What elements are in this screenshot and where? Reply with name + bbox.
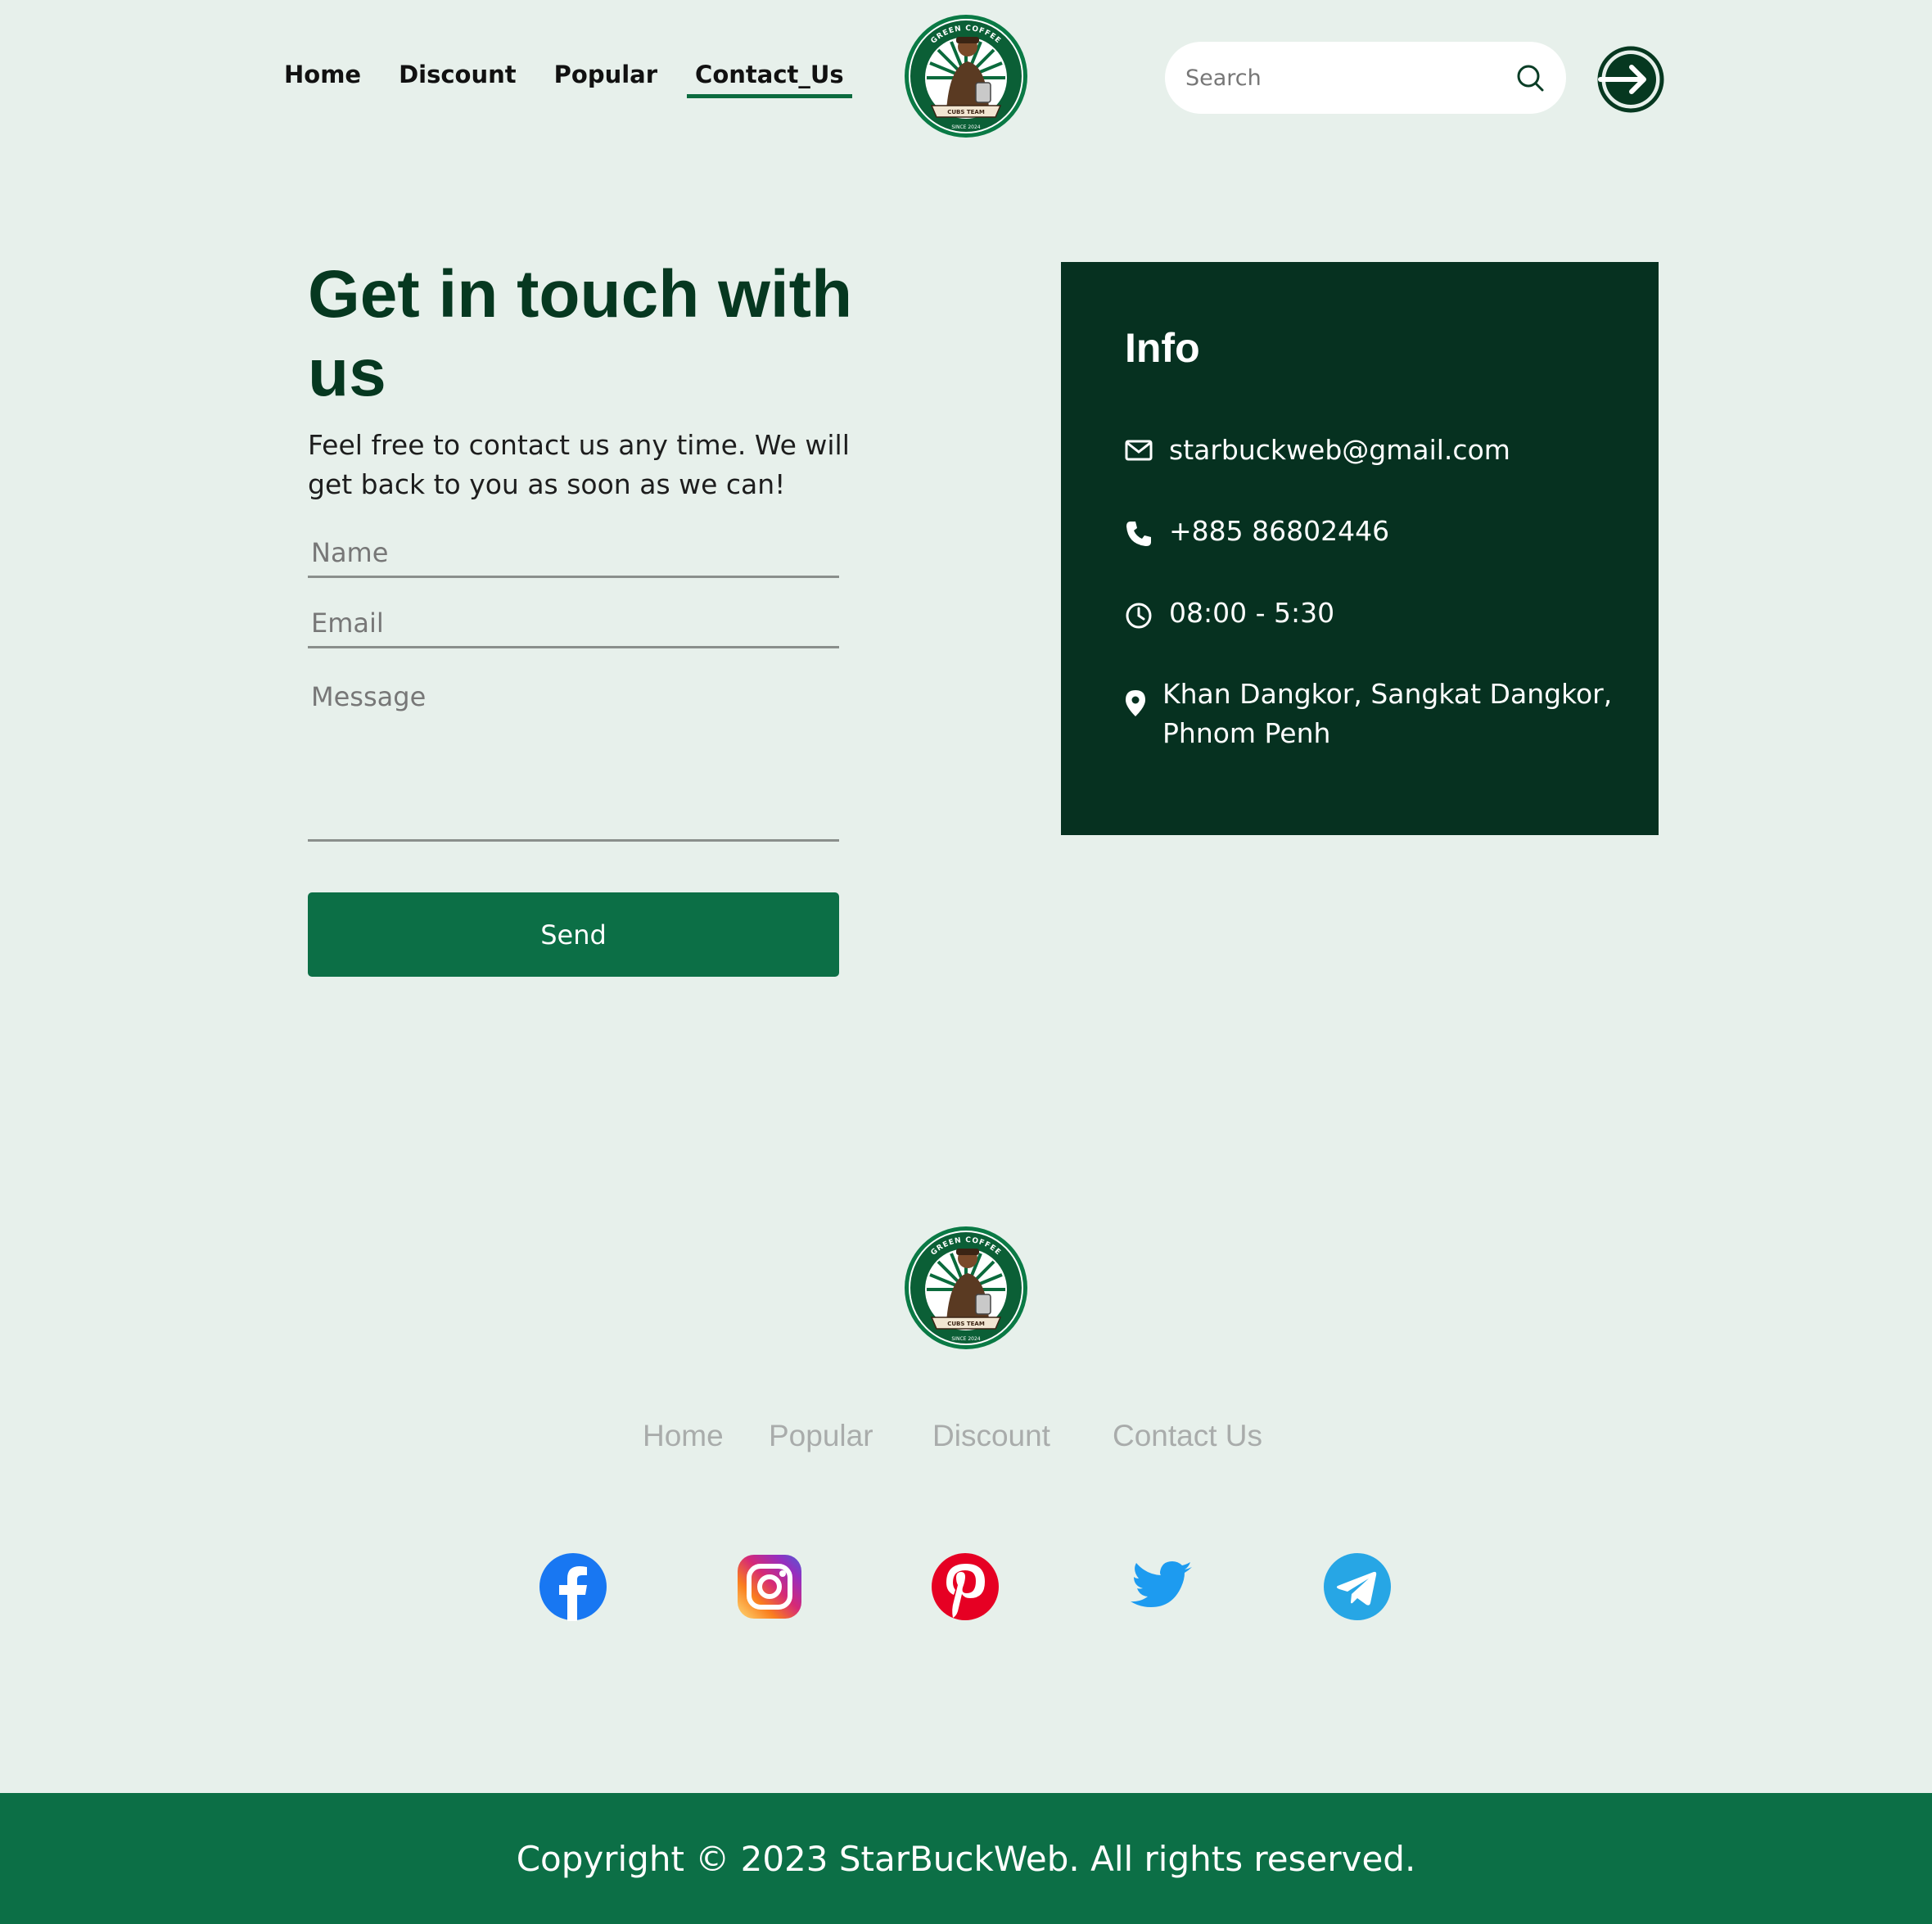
copyright-text: Copyright © 2023 StarBuckWeb. All rights… [516, 1838, 1416, 1879]
twitter-icon[interactable] [1126, 1552, 1195, 1621]
send-button[interactable]: Send [308, 892, 839, 977]
footer-nav-contact-us[interactable]: Contact Us [1113, 1419, 1262, 1453]
info-phone-row: +885 86802446 [1125, 512, 1389, 551]
login-icon[interactable] [1597, 46, 1664, 113]
info-address-row: Khan Dangkor, Sangkat Dangkor, Phnom Pen… [1125, 675, 1616, 753]
search-input[interactable] [1184, 64, 1498, 92]
info-hours: 08:00 - 5:30 [1169, 597, 1335, 629]
info-phone[interactable]: +885 86802446 [1169, 512, 1389, 551]
search-icon[interactable] [1515, 63, 1545, 93]
logo-banner-text: CUBS TEAM [947, 109, 985, 115]
main-nav: Home Discount Popular Contact_Us [284, 59, 852, 98]
search-bar [1165, 42, 1566, 114]
location-pin-icon [1126, 690, 1145, 716]
footer-logo-since-text: SINCE 2024 [951, 1336, 980, 1342]
facebook-icon[interactable] [539, 1552, 607, 1621]
telegram-icon[interactable] [1323, 1552, 1392, 1621]
info-email[interactable]: starbuckweb@gmail.com [1169, 431, 1510, 470]
footer-logo-banner-text: CUBS TEAM [947, 1321, 985, 1327]
email-field[interactable] [308, 606, 839, 648]
phone-icon [1126, 522, 1151, 546]
nav-home[interactable]: Home [284, 61, 369, 98]
footer-nav-popular[interactable]: Popular [769, 1419, 873, 1453]
info-heading: Info [1125, 325, 1200, 371]
nav-contact-us[interactable]: Contact_Us [687, 61, 852, 98]
info-panel: Info starbuckweb@gmail.com +885 86802446… [1061, 262, 1659, 835]
nav-popular[interactable]: Popular [554, 61, 666, 98]
contact-intro: Feel free to contact us any time. We wil… [308, 429, 850, 500]
info-hours-row: 08:00 - 5:30 [1125, 594, 1334, 633]
name-field[interactable] [308, 535, 839, 578]
logo-since-text: SINCE 2024 [951, 124, 980, 130]
mail-icon [1125, 440, 1153, 461]
instagram-icon[interactable] [735, 1552, 804, 1621]
page-title: Get in touch with us [308, 257, 853, 410]
brand-logo[interactable]: GREEN COFFEE CUBS TEAM SINCE 2024 [904, 14, 1028, 138]
footer-logo[interactable]: GREEN COFFEE CUBS TEAM SINCE 2024 [904, 1226, 1028, 1350]
message-field[interactable] [308, 676, 839, 842]
footer-nav-discount[interactable]: Discount [932, 1419, 1050, 1453]
footer-nav-home[interactable]: Home [643, 1419, 724, 1453]
info-address: Khan Dangkor, Sangkat Dangkor, Phnom Pen… [1162, 678, 1613, 749]
info-email-row: starbuckweb@gmail.com [1125, 431, 1510, 470]
copyright-bar: Copyright © 2023 StarBuckWeb. All rights… [0, 1793, 1932, 1924]
pinterest-icon[interactable] [931, 1552, 1000, 1621]
nav-discount[interactable]: Discount [399, 61, 525, 98]
clock-icon [1126, 603, 1152, 629]
